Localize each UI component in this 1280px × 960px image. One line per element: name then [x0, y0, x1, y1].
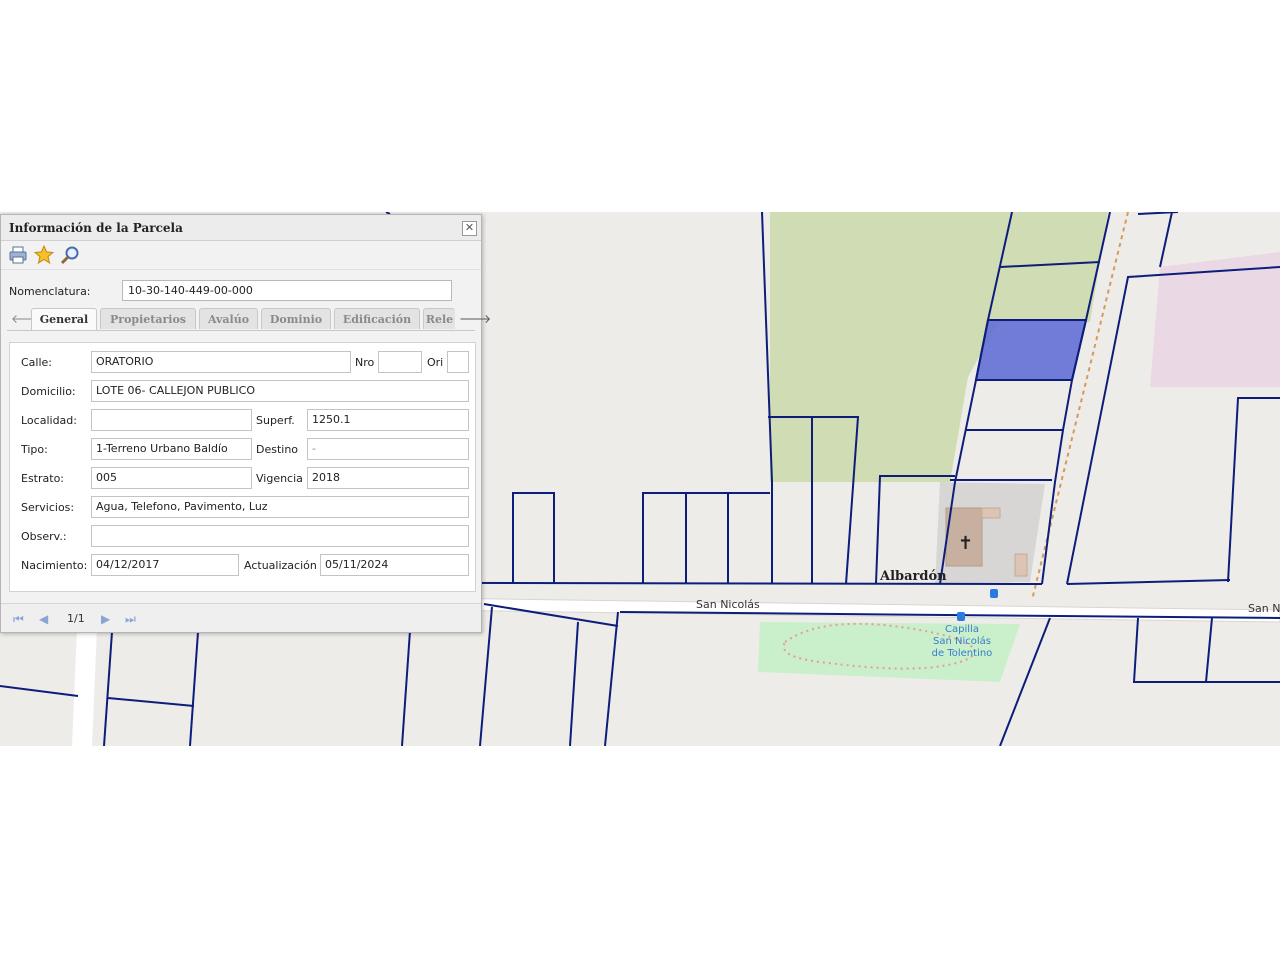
nomenclatura-input[interactable]: 10-30-140-449-00-000: [122, 280, 452, 301]
poi-label: Capilla San Nicolás de Tolentino: [920, 624, 1004, 660]
domicilio-label: Domicilio:: [21, 385, 76, 398]
tipo-field[interactable]: 1-Terreno Urbano Baldío: [91, 438, 252, 460]
toolbar: [1, 241, 481, 270]
tab-edificacion[interactable]: Edificación: [334, 308, 420, 329]
general-form: Calle: ORATORIO Nro Ori Domicilio: LOTE …: [9, 342, 476, 592]
tab-scroll-right-icon[interactable]: 🡒: [459, 311, 491, 326]
pager-text: 1/1: [67, 612, 85, 625]
vegetation-area: [770, 212, 1010, 482]
nro-label: Nro: [355, 356, 375, 369]
parcel-info-window: Información de la Parcela ✕ Nomenclatura…: [0, 214, 491, 633]
calle-label: Calle:: [21, 356, 53, 369]
town-label: Albardón: [880, 569, 947, 584]
servicios-label: Servicios:: [21, 501, 75, 514]
pager-bar: ⏮ ◀ 1/1 ▶ ⏭: [1, 603, 481, 632]
actualizacion-field[interactable]: 05/11/2024: [320, 554, 469, 576]
nacimiento-label: Nacimiento:: [21, 559, 88, 572]
servicios-field[interactable]: Agua, Telefono, Pavimento, Luz: [91, 496, 469, 518]
domicilio-field[interactable]: LOTE 06- CALLEJON PUBLICO: [91, 380, 469, 402]
tab-general[interactable]: General: [31, 308, 97, 330]
nro-field[interactable]: [378, 351, 422, 373]
tab-dominio[interactable]: Dominio: [261, 308, 331, 329]
bus-stop-icon: [990, 589, 998, 598]
actualizacion-label: Actualización: [244, 559, 317, 572]
tab-propietarios[interactable]: Propietarios: [100, 308, 196, 329]
tipo-label: Tipo:: [21, 443, 48, 456]
vigencia-field[interactable]: 2018: [307, 467, 469, 489]
nomenclatura-label: Nomenclatura:: [9, 285, 91, 298]
window-title: Información de la Parcela: [9, 221, 183, 235]
nomenclatura-row: Nomenclatura: 10-30-140-449-00-000: [1, 270, 481, 308]
first-page-icon[interactable]: ⏮: [13, 612, 24, 627]
magnifier-icon[interactable]: [60, 245, 80, 265]
superf-label: Superf.: [256, 414, 295, 427]
street-label: San Nicolás: [696, 598, 760, 611]
poi-label-line: Capilla: [945, 624, 979, 635]
calle-field[interactable]: ORATORIO: [91, 351, 351, 373]
nacimiento-field[interactable]: 04/12/2017: [91, 554, 239, 576]
printer-icon[interactable]: [8, 245, 28, 265]
localidad-field[interactable]: [91, 409, 252, 431]
poi-label-line: San Nicolás: [933, 636, 991, 647]
star-icon[interactable]: [33, 244, 55, 265]
last-page-icon[interactable]: ⏭: [125, 612, 136, 627]
vigencia-label: Vigencia: [256, 472, 303, 485]
estrato-label: Estrato:: [21, 472, 65, 485]
tab-rele[interactable]: Rele: [423, 308, 455, 329]
ori-label: Ori: [427, 356, 444, 369]
estrato-field[interactable]: 005: [91, 467, 252, 489]
observ-field[interactable]: [91, 525, 469, 547]
selected-parcel: [974, 319, 1088, 381]
window-header[interactable]: Información de la Parcela ✕: [1, 215, 481, 241]
prev-page-icon[interactable]: ◀: [39, 612, 48, 626]
localidad-label: Localidad:: [21, 414, 77, 427]
close-button[interactable]: ✕: [462, 221, 477, 236]
destino-field[interactable]: -: [307, 438, 469, 460]
church-cross-icon: ✝: [958, 533, 973, 554]
observ-label: Observ.:: [21, 530, 67, 543]
tab-bar: 🡐 General Propietarios Avalúo Dominio Ed…: [7, 308, 491, 331]
tab-avaluo[interactable]: Avalúo: [199, 308, 258, 329]
poi-label-line: de Tolentino: [931, 648, 993, 659]
ori-field[interactable]: [447, 351, 469, 373]
street-label: San Ni: [1248, 602, 1280, 615]
bus-stop-icon: [957, 612, 965, 621]
next-page-icon[interactable]: ▶: [101, 612, 110, 626]
superf-field[interactable]: 1250.1: [307, 409, 469, 431]
destino-label: Destino: [256, 443, 299, 456]
